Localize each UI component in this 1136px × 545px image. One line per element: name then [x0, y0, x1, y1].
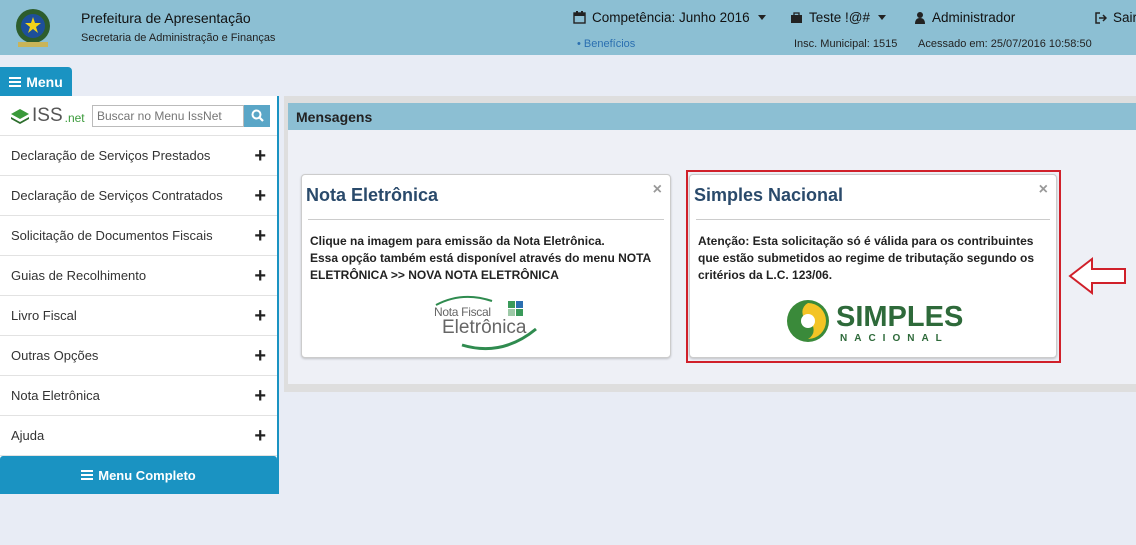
sidebar-item-label: Guias de Recolhimento — [11, 268, 147, 283]
nota-fiscal-eletronica-logo[interactable]: Nota Fiscal Eletrônica — [432, 293, 542, 355]
hamburger-icon — [9, 76, 22, 87]
issnet-logo: ISS .net — [10, 105, 92, 127]
sidebar-item-documentos-fiscais[interactable]: Solicitação de Documentos Fiscais + — [0, 216, 277, 256]
user-menu[interactable]: Administrador — [914, 10, 1015, 25]
sidebar-item-label: Outras Opções — [11, 348, 99, 363]
menu-search-input[interactable] — [92, 104, 244, 127]
coat-of-arms-logo — [16, 9, 50, 47]
sidebar-item-guias-recolhimento[interactable]: Guias de Recolhimento + — [0, 256, 277, 296]
briefcase-icon — [791, 11, 802, 23]
chevron-down-icon — [757, 15, 766, 20]
plus-icon: + — [254, 304, 266, 327]
plus-icon: + — [254, 184, 266, 207]
menu-completo-label: Menu Completo — [98, 467, 196, 483]
divider — [308, 219, 664, 220]
logout-label: Sair — [1113, 10, 1136, 25]
menu-toggle-button[interactable]: Menu — [0, 67, 72, 96]
close-icon[interactable]: × — [653, 181, 662, 199]
sidebar-item-servicos-prestados[interactable]: Declaração de Serviços Prestados + — [0, 136, 277, 176]
competencia-label: Competência: Junho 2016 — [592, 10, 750, 25]
sidebar: ISS .net Declaração de Serviços Prestado… — [0, 96, 279, 494]
chevron-down-icon — [877, 15, 886, 20]
issnet-logo-text: ISS — [32, 104, 63, 126]
org-department: Secretaria de Administração e Finanças — [81, 32, 276, 44]
sidebar-search-row: ISS .net — [0, 96, 277, 136]
teste-dropdown[interactable]: Teste !@# — [790, 10, 886, 25]
stack-icon — [11, 108, 29, 124]
issnet-logo-suffix: .net — [64, 111, 85, 125]
card-title: Nota Eletrônica — [306, 185, 439, 205]
sidebar-item-label: Declaração de Serviços Contratados — [11, 188, 223, 203]
user-name: Administrador — [932, 10, 1016, 25]
sidebar-item-label: Nota Eletrônica — [11, 388, 100, 403]
plus-icon: + — [254, 264, 266, 287]
sidebar-item-label: Declaração de Serviços Prestados — [11, 148, 211, 163]
plus-icon: + — [254, 224, 266, 247]
highlight-box — [686, 170, 1061, 363]
beneficios-link[interactable]: • Benefícios — [577, 38, 635, 50]
plus-icon: + — [254, 344, 266, 367]
left-arrow-annotation-icon — [1068, 256, 1126, 296]
messages-panel-title: Mensagens — [288, 103, 1136, 130]
menu-completo-button[interactable]: Menu Completo — [0, 456, 277, 494]
search-icon — [251, 109, 264, 122]
competencia-dropdown[interactable]: Competência: Junho 2016 — [573, 10, 766, 25]
teste-label: Teste !@# — [809, 10, 870, 25]
card-message: Clique na imagem para emissão da Nota El… — [310, 234, 651, 282]
sign-out-icon — [1095, 11, 1107, 24]
nota-eletronica-card: Nota Eletrônica × Clique na imagem para … — [301, 174, 671, 358]
logo-text-line2: Eletrônica — [442, 317, 527, 338]
inscricao-municipal: Insc. Municipal: 1515 — [794, 38, 898, 50]
org-name: Prefeitura de Apresentação — [81, 10, 251, 26]
sidebar-item-nota-eletronica[interactable]: Nota Eletrônica + — [0, 376, 277, 416]
plus-icon: + — [254, 144, 266, 167]
sidebar-item-livro-fiscal[interactable]: Livro Fiscal + — [0, 296, 277, 336]
logout-button[interactable]: Sair — [1095, 10, 1136, 25]
sidebar-item-ajuda[interactable]: Ajuda + — [0, 416, 277, 456]
top-header: Prefeitura de Apresentação Secretaria de… — [0, 0, 1136, 55]
calendar-icon — [573, 11, 586, 24]
last-access: Acessado em: 25/07/2016 10:58:50 — [918, 38, 1092, 50]
sidebar-item-label: Solicitação de Documentos Fiscais — [11, 228, 213, 243]
user-icon — [915, 12, 925, 24]
sidebar-item-label: Ajuda — [11, 428, 45, 443]
sidebar-item-label: Livro Fiscal — [11, 308, 77, 323]
search-button[interactable] — [244, 104, 270, 127]
sidebar-item-servicos-contratados[interactable]: Declaração de Serviços Contratados + — [0, 176, 277, 216]
sidebar-item-outras-opcoes[interactable]: Outras Opções + — [0, 336, 277, 376]
menu-toggle-label: Menu — [26, 73, 63, 90]
plus-icon: + — [254, 384, 266, 407]
hamburger-icon — [81, 470, 94, 480]
plus-icon: + — [254, 424, 266, 447]
